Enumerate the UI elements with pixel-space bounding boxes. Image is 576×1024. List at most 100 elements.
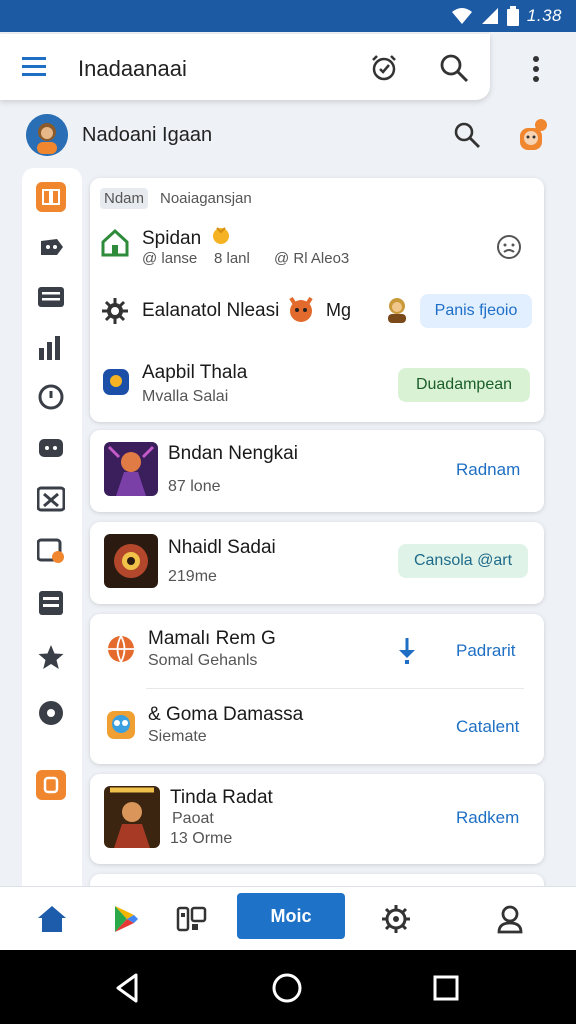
avatar[interactable] [26,114,68,156]
game-title[interactable]: Nhaidl Sadai [168,537,276,559]
primary-action-button[interactable]: Moic [237,893,345,939]
sidebar-item-orange[interactable] [36,770,66,800]
disc-icon [39,701,63,725]
badge-icon [213,227,229,244]
row-title[interactable]: Mamalı Rem G [148,628,276,650]
meta-text-1: @ lanse [142,250,198,267]
game-title[interactable]: Tinda Radat [170,787,273,809]
alarm-icon[interactable] [368,52,400,84]
character-avatar-icon[interactable] [514,118,550,154]
play-store-icon [115,906,138,932]
game-thumbnail[interactable] [104,786,160,848]
image-icon [37,486,65,512]
padrarit-link[interactable]: Padrarit [456,641,516,661]
gamepad-icon [41,239,63,255]
meta-text-3: @ Rl Aleo3 [274,250,350,267]
status-bar: 1.38 [0,0,576,32]
fox-avatar-icon [289,296,313,322]
clock-icon [38,384,64,410]
search-icon[interactable] [438,52,470,84]
card-game: Bndan Nengkai 87 lone Radnam [90,430,544,512]
sidebar-item-clock[interactable] [36,382,66,412]
game-title[interactable]: Bndan Nengkai [168,443,298,465]
menu-icon[interactable] [20,54,48,80]
divider [146,688,524,689]
bar-chart-icon [39,336,60,360]
bookmark-icon [36,770,66,800]
profile-name: Nadoani Igaan [82,124,213,146]
sidebar-item-disc[interactable] [36,698,66,728]
overflow-icon[interactable] [524,52,548,86]
panis-button[interactable]: Panis fjeoio [420,294,532,328]
star-icon [38,645,64,669]
sidebar-item-document[interactable] [36,588,66,618]
search-icon[interactable] [452,120,482,150]
card-game: Nhaidl Sadai 219me Cansola @art [90,522,544,604]
sidebar-item-list[interactable] [36,282,66,312]
nav-apps[interactable] [174,901,210,937]
card-subheading: Noaiagansjan [160,190,252,207]
book-icon [36,182,66,212]
row-title[interactable]: & Goma Damassa [148,704,303,726]
document-icon [39,591,63,615]
character-icon [388,298,406,323]
game-subtitle: 87 lone [168,478,221,495]
cansola-button[interactable]: Cansola @art [398,544,528,578]
row-title[interactable]: Ealanatol Nleasi [142,300,279,322]
robot-icon [39,439,63,457]
bottom-navigation: Moic [0,886,576,950]
nav-settings[interactable] [378,901,414,937]
download-icon[interactable] [396,636,418,666]
wifi-icon [451,8,472,24]
radnam-link[interactable]: Radnam [456,460,520,480]
sidebar-item-book[interactable] [36,182,66,212]
recents-icon[interactable] [428,970,464,1006]
app-title: Inadaanaai [78,56,187,81]
sidebar-item-wallet[interactable] [36,536,66,566]
sidebar-item-star[interactable] [36,642,66,672]
sidebar-item-gamepad[interactable] [36,232,66,262]
sidebar [22,168,82,890]
nav-play-store[interactable] [108,901,144,937]
app-bar: Inadaanaai [0,34,490,100]
app-badge-icon [103,369,129,395]
catalent-link[interactable]: Catalent [456,717,519,737]
nav-profile[interactable] [492,901,528,937]
row-subtitle: Mvalla Salai [142,388,229,405]
list-card-icon [38,287,64,307]
sidebar-item-photo[interactable] [36,484,66,514]
emoji-icon[interactable] [496,234,522,260]
gear-bug-icon [102,298,128,324]
owl-app-icon [107,711,135,739]
status-time: 1.38 [526,6,562,25]
status-icons: 1.38 [451,5,562,27]
game-subtitle-2: 13 Orme [170,830,233,847]
settings-icon [382,905,410,933]
system-navigation-bar [0,950,576,1024]
duadampean-button[interactable]: Duadampean [398,368,530,402]
back-icon[interactable] [110,970,146,1006]
home-circle-icon[interactable] [269,970,305,1006]
game-thumbnail[interactable] [104,442,158,496]
profile-row: Nadoani Igaan [0,108,576,164]
category-chip[interactable]: Ndam [100,188,149,209]
signal-icon [481,8,498,24]
radkem-link[interactable]: Radkem [456,808,519,828]
nav-home[interactable] [34,901,70,937]
sidebar-item-stats[interactable] [36,332,66,362]
game-subtitle: Paoat [172,810,214,827]
wallet-icon [37,538,64,563]
profile-icon [497,905,523,934]
row-title[interactable]: Spidan [142,228,201,250]
row-title[interactable]: Aapbil Thala [142,362,247,384]
card-featured: Ndam Noaiagansjan Spidan @ lanse 8 lanl … [90,178,544,422]
card-peek [90,874,544,886]
row-subtitle: Siemate [148,728,207,745]
game-thumbnail[interactable] [104,534,158,588]
card-list: Mamalı Rem G Somal Gehanls Padrarit & Go… [90,614,544,764]
sidebar-item-robot[interactable] [36,432,66,462]
basketball-icon [108,635,134,663]
card-game: Tinda Radat Paoat 13 Orme Radkem [90,774,544,864]
game-subtitle: 219me [168,568,217,585]
home-outline-icon [101,228,129,257]
